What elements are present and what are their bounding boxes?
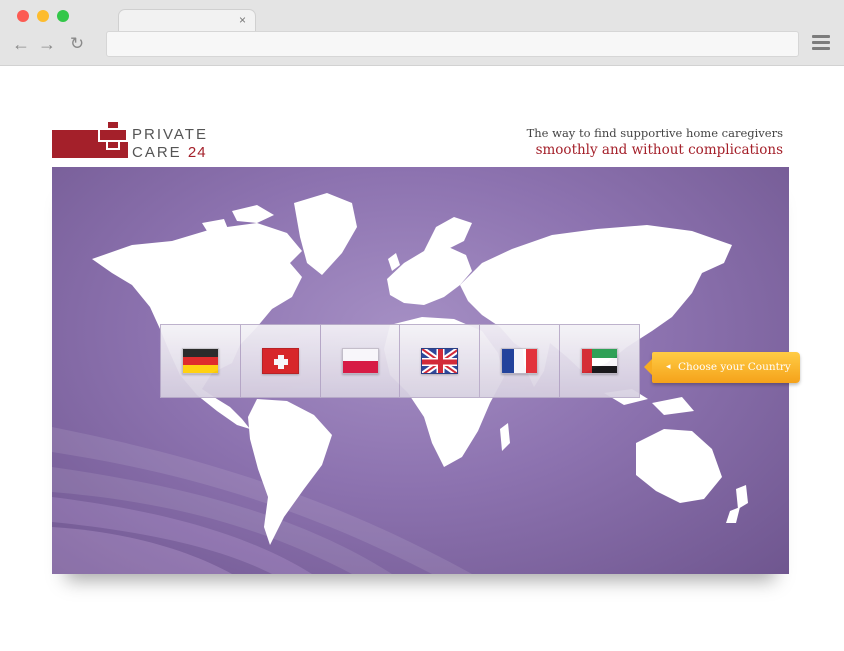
minimize-window-icon[interactable]: [37, 10, 49, 22]
tagline-line-1: The way to find supportive home caregive…: [526, 126, 783, 140]
browser-tab[interactable]: ×: [118, 9, 256, 31]
arrow-left-icon: ◂: [666, 362, 671, 372]
private-care-24-logo[interactable]: PRIVATE CARE 24: [52, 120, 212, 161]
country-flag-selector: [160, 324, 640, 398]
choose-your-country-label: Choose your Country: [678, 361, 791, 373]
uk-flag-icon: [421, 348, 459, 374]
logo-text-private: PRIVATE: [132, 126, 208, 143]
choose-your-country-button[interactable]: ◂ Choose your Country: [644, 352, 800, 383]
uae-flag-icon: [581, 348, 619, 374]
maximize-window-icon[interactable]: [57, 10, 69, 22]
flag-option-germany[interactable]: [161, 325, 241, 397]
logo-text-care: CARE 24: [132, 144, 207, 161]
flag-option-uae[interactable]: [560, 325, 639, 397]
back-arrow-icon[interactable]: ←: [11, 34, 31, 54]
hamburger-menu-icon[interactable]: [812, 35, 830, 53]
flag-option-france[interactable]: [480, 325, 561, 397]
medical-cross-icon: [98, 120, 128, 150]
french-flag-icon: [501, 348, 539, 374]
forward-arrow-icon[interactable]: →: [37, 34, 57, 54]
swiss-flag-icon: [261, 348, 299, 374]
close-window-icon[interactable]: [17, 10, 29, 22]
german-flag-icon: [181, 348, 219, 374]
flag-option-united-kingdom[interactable]: [400, 325, 481, 397]
browser-chrome: × ← → ↻: [0, 0, 844, 66]
polish-flag-icon: [341, 348, 379, 374]
logo-number-24: 24: [187, 144, 207, 161]
tab-close-icon[interactable]: ×: [239, 12, 246, 28]
tagline: The way to find supportive home caregive…: [527, 126, 783, 158]
logo-word-care: CARE: [132, 144, 182, 161]
flag-option-poland[interactable]: [321, 325, 401, 397]
flag-option-switzerland[interactable]: [241, 325, 321, 397]
tagline-line-2: smoothly and without complications: [535, 142, 783, 158]
page-content: PRIVATE CARE 24 The way to find supporti…: [6, 66, 838, 651]
reload-icon[interactable]: ↻: [67, 34, 87, 54]
address-bar[interactable]: [106, 31, 799, 57]
